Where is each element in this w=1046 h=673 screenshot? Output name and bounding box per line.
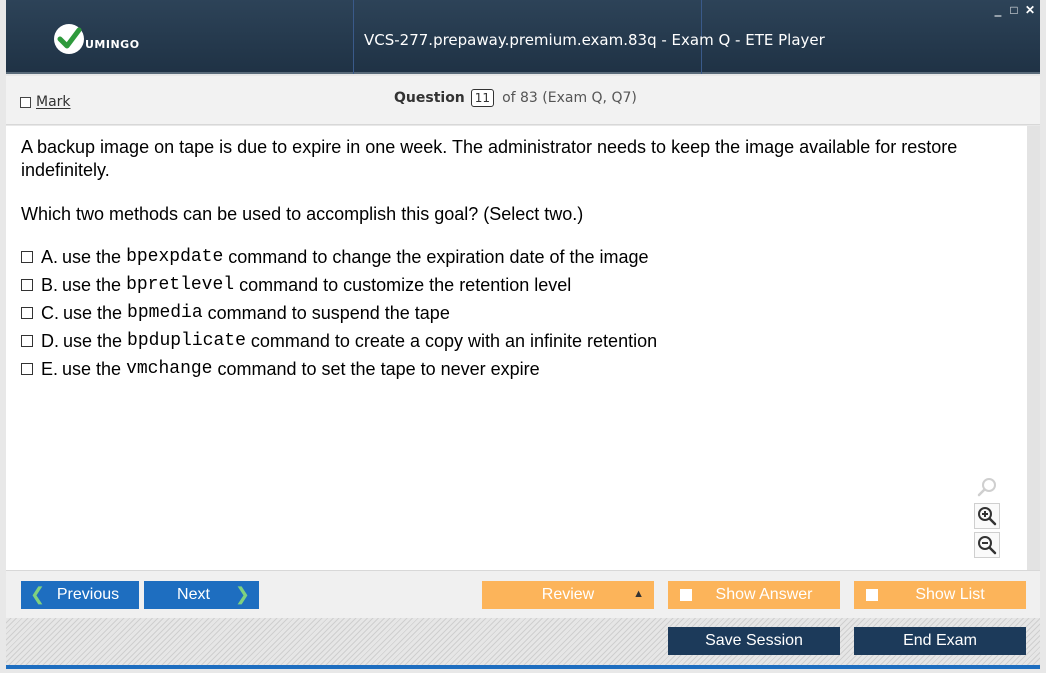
show-list-button[interactable]: Show List — [854, 581, 1026, 609]
choice-letter: A. — [41, 246, 59, 267]
question-content: A backup image on tape is due to expire … — [6, 126, 1027, 570]
question-label: Question — [394, 90, 465, 106]
choice-text-post: command to customize the retention level — [234, 274, 572, 295]
choice-checkbox[interactable] — [21, 279, 33, 291]
choice-text-pre: use the — [62, 246, 127, 267]
app-window: UMINGO VCS-277.prepaway.premium.exam.83q… — [0, 0, 1046, 673]
show-list-label: Show List — [915, 586, 985, 603]
answer-choice[interactable]: B. use the bpretlevel command to customi… — [21, 271, 657, 299]
review-button[interactable]: Review ▲ — [482, 581, 654, 609]
choice-text-post: command to suspend the tape — [202, 302, 450, 323]
choice-checkbox[interactable] — [21, 251, 33, 263]
review-label: Review — [541, 586, 595, 603]
choice-text-post: command to set the tape to never expire — [212, 358, 540, 379]
end-exam-label: End Exam — [903, 632, 977, 649]
answer-choice[interactable]: E. use the vmchange command to set the t… — [21, 355, 657, 383]
caret-up-icon: ▲ — [633, 588, 644, 600]
choice-command: bpretlevel — [126, 275, 235, 295]
next-button[interactable]: Next ❯ — [144, 581, 259, 609]
choice-command: vmchange — [126, 359, 213, 379]
mark-label: Mark — [36, 94, 71, 110]
question-counter: Question 11 of 83 (Exam Q, Q7) — [394, 89, 637, 107]
choice-command: bpduplicate — [127, 331, 246, 351]
zoom-in-icon[interactable] — [974, 503, 1000, 529]
maximize-icon[interactable]: □ — [1008, 4, 1020, 16]
app-logo: UMINGO — [54, 24, 140, 54]
choice-text-post: command to change the expiration date of… — [223, 246, 649, 267]
end-exam-button[interactable]: End Exam — [854, 627, 1026, 655]
choice-text-pre: use the — [63, 330, 128, 351]
title-bar: UMINGO VCS-277.prepaway.premium.exam.83q… — [6, 0, 1040, 74]
zoom-controls — [974, 474, 1000, 561]
next-label: Next — [177, 586, 210, 603]
choice-command: bpmedia — [127, 303, 203, 323]
previous-label: Previous — [56, 586, 120, 603]
choice-text-post: command to create a copy with an infinit… — [245, 330, 658, 351]
choice-letter: C. — [41, 302, 59, 323]
answer-choices: A. use the bpexpdate command to change t… — [21, 243, 657, 383]
choice-checkbox[interactable] — [21, 363, 33, 375]
title-divider — [353, 0, 354, 74]
question-total: of 83 (Exam Q, Q7) — [502, 90, 637, 106]
choice-text-pre: use the — [62, 358, 127, 379]
previous-button[interactable]: ❮ Previous — [21, 581, 139, 609]
window-title: VCS-277.prepaway.premium.exam.83q - Exam… — [364, 31, 825, 49]
vertical-scrollbar[interactable] — [1027, 126, 1040, 570]
zoom-out-icon[interactable] — [974, 532, 1000, 558]
choice-letter: E. — [41, 358, 59, 379]
question-header: Mark Question 11 of 83 (Exam Q, Q7) — [6, 76, 1040, 125]
show-answer-button[interactable]: Show Answer — [668, 581, 840, 609]
checkmark-icon — [54, 24, 84, 54]
choice-text-pre: use the — [63, 302, 128, 323]
choice-letter: D. — [41, 330, 59, 351]
save-session-button[interactable]: Save Session — [668, 627, 840, 655]
choice-checkbox[interactable] — [21, 307, 33, 319]
show-answer-label: Show Answer — [715, 586, 813, 603]
minimize-icon[interactable]: ‗ — [992, 4, 1004, 16]
question-number-input[interactable]: 11 — [470, 89, 495, 107]
choice-checkbox[interactable] — [21, 335, 33, 347]
show-list-checkbox[interactable] — [866, 589, 878, 601]
close-icon[interactable]: ✕ — [1024, 4, 1036, 16]
choice-text-pre: use the — [62, 274, 127, 295]
answer-choice[interactable]: C. use the bpmedia command to suspend th… — [21, 299, 657, 327]
answer-choice[interactable]: D. use the bpduplicate command to create… — [21, 327, 657, 355]
mark-checkbox-box[interactable] — [20, 96, 31, 108]
navigation-bar: ❮ Previous Next ❯ Review ▲ Show Answer S… — [6, 570, 1040, 618]
chevron-left-icon: ❮ — [30, 584, 46, 604]
bottom-border — [6, 665, 1040, 669]
chevron-right-icon: ❯ — [234, 584, 250, 604]
save-session-label: Save Session — [705, 632, 803, 649]
show-answer-checkbox[interactable] — [680, 589, 692, 601]
window-controls: ‗ □ ✕ — [992, 4, 1036, 16]
choice-letter: B. — [41, 274, 59, 295]
answer-choice[interactable]: A. use the bpexpdate command to change t… — [21, 243, 657, 271]
mark-checkbox[interactable]: Mark — [20, 94, 71, 110]
question-stem: A backup image on tape is due to expire … — [21, 137, 958, 180]
logo-text: UMINGO — [85, 37, 140, 51]
search-icon[interactable] — [974, 474, 1000, 500]
choice-command: bpexpdate — [126, 247, 224, 267]
footer-bar: Save Session End Exam — [6, 618, 1040, 665]
question-prompt: Which two methods can be used to accompl… — [21, 204, 584, 224]
